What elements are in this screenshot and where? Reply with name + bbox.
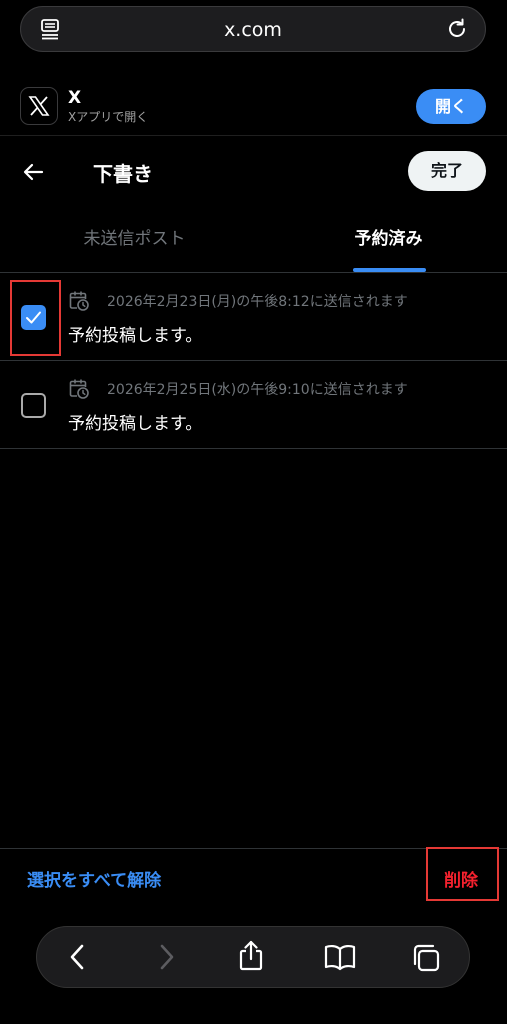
checkbox-unchecked[interactable]	[21, 393, 46, 418]
active-tab-indicator	[353, 268, 426, 272]
page-title: 下書き	[93, 162, 153, 186]
app-subtitle: Xアプリで開く	[68, 110, 149, 124]
calendar-clock-icon	[68, 378, 90, 400]
open-app-button[interactable]: 開く	[416, 89, 486, 124]
chevron-right-icon[interactable]	[155, 942, 179, 972]
schedule-text: 2026年2月23日(月)の午後8:12に送信されます	[107, 294, 408, 310]
book-icon[interactable]	[323, 942, 357, 972]
app-banner: X Xアプリで開く 開く	[0, 80, 507, 136]
calendar-clock-icon	[68, 290, 90, 312]
tab-unsent-posts[interactable]: 未送信ポスト	[8, 205, 261, 272]
arrow-left-icon[interactable]	[22, 160, 46, 184]
share-icon[interactable]	[236, 939, 266, 973]
x-logo-icon	[20, 87, 58, 125]
list-item[interactable]: 2026年2月25日(水)の午後9:10に送信されます 予約投稿します。	[0, 361, 507, 449]
post-text: 予約投稿します。	[68, 326, 203, 346]
annotation-highlight-delete	[426, 847, 499, 901]
tab-bar: 未送信ポスト 予約済み	[0, 205, 507, 273]
browser-toolbar	[36, 926, 470, 988]
chevron-left-icon[interactable]	[65, 942, 89, 972]
post-text: 予約投稿します。	[68, 414, 203, 434]
reload-icon[interactable]	[445, 17, 469, 41]
tab-scheduled[interactable]: 予約済み	[262, 205, 507, 272]
list-item[interactable]: 2026年2月23日(月)の午後8:12に送信されます 予約投稿します。	[0, 273, 507, 361]
done-button[interactable]: 完了	[408, 151, 486, 191]
address-bar[interactable]: x.com	[20, 6, 486, 52]
deselect-all-button[interactable]: 選択をすべて解除	[27, 866, 161, 891]
schedule-text: 2026年2月25日(水)の午後9:10に送信されます	[107, 382, 408, 398]
annotation-highlight-checkbox	[10, 280, 61, 356]
app-name: X	[68, 88, 82, 108]
tabs-icon[interactable]	[410, 942, 442, 974]
url-text[interactable]: x.com	[21, 19, 485, 41]
